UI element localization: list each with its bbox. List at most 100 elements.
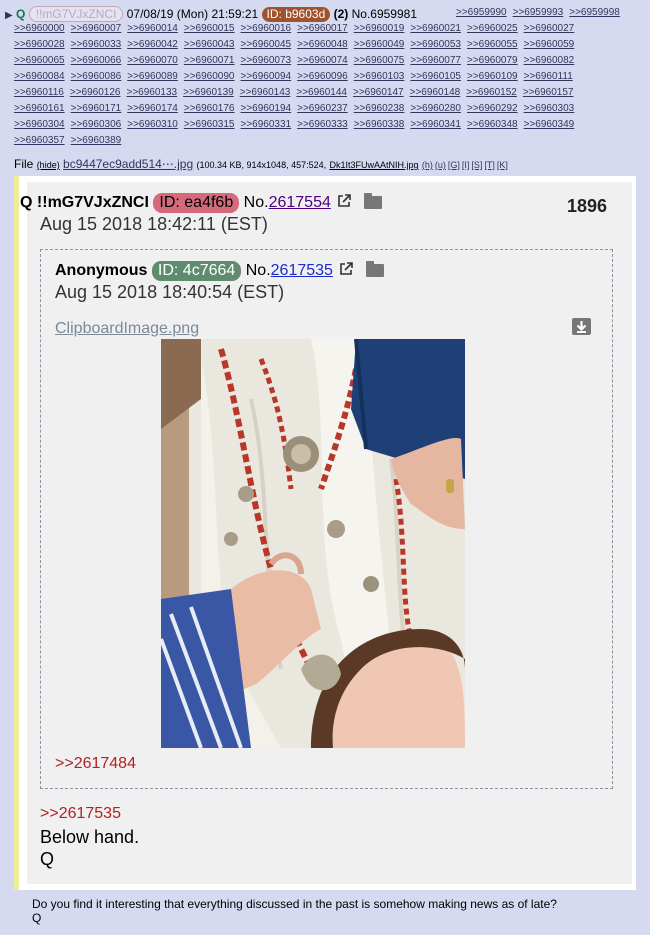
reply-link[interactable]: >>6960027 xyxy=(524,23,575,34)
reply-link[interactable]: >>6960077 xyxy=(410,55,461,66)
reply-link[interactable]: >>6960021 xyxy=(410,23,461,34)
reply-link[interactable]: >>6959990 xyxy=(456,7,507,18)
reply-link[interactable]: >>6960019 xyxy=(354,23,405,34)
reply-link[interactable]: >>6960310 xyxy=(127,119,178,130)
file-action-link[interactable]: [G] xyxy=(448,160,460,170)
folder-icon[interactable] xyxy=(363,193,382,209)
reply-link[interactable]: >>6960103 xyxy=(354,71,405,82)
reply-link[interactable]: >>6960042 xyxy=(127,39,178,50)
reply-link[interactable]: >>6960338 xyxy=(354,119,405,130)
reply-link[interactable]: >>6960059 xyxy=(524,39,575,50)
reply-link[interactable]: >>6960331 xyxy=(241,119,292,130)
external-link-icon[interactable] xyxy=(339,262,354,276)
hide-file-link[interactable]: (hide) xyxy=(37,160,60,170)
reply-link[interactable]: >>6960238 xyxy=(354,103,405,114)
file-action-link[interactable]: [K] xyxy=(497,160,508,170)
reply-link[interactable]: >>6960109 xyxy=(467,71,518,82)
post-collapse-arrow-icon[interactable]: ▶ xyxy=(5,10,13,21)
reply-link[interactable]: >>6960055 xyxy=(467,39,518,50)
reply-link[interactable]: >>6960148 xyxy=(410,87,461,98)
reply-link[interactable]: >>6960171 xyxy=(71,103,122,114)
reply-link[interactable]: >>6960075 xyxy=(354,55,405,66)
reply-link[interactable]: >>6960084 xyxy=(14,71,65,82)
reply-link[interactable]: >>6960105 xyxy=(410,71,461,82)
reply-link[interactable]: >>6960237 xyxy=(297,103,348,114)
reply-link[interactable]: >>6960116 xyxy=(14,87,64,98)
reply-link[interactable]: >>6960016 xyxy=(241,23,292,34)
reply-link[interactable]: >>6960152 xyxy=(466,87,517,98)
reply-link[interactable]: >>6960089 xyxy=(127,71,178,82)
reply-link[interactable]: >>6960015 xyxy=(184,23,235,34)
reply-link[interactable]: >>6960033 xyxy=(71,39,122,50)
file-action-link[interactable]: [S] xyxy=(471,160,482,170)
reply-link[interactable]: >>6960082 xyxy=(524,55,575,66)
quoted-post-id-badge[interactable]: ID: 4c7664 xyxy=(151,261,242,281)
reply-link[interactable]: >>6960139 xyxy=(183,87,234,98)
reply-link[interactable]: >>6960161 xyxy=(14,103,65,114)
reply-link[interactable]: >>6960017 xyxy=(297,23,348,34)
reply-link[interactable]: >>6960079 xyxy=(467,55,518,66)
reply-link[interactable]: >>6960025 xyxy=(467,23,518,34)
reply-link[interactable]: >>6959998 xyxy=(569,7,620,18)
reply-link[interactable]: >>6960086 xyxy=(71,71,122,82)
post-number[interactable]: No.6959981 xyxy=(352,7,417,21)
reply-link[interactable]: >>6960048 xyxy=(297,39,348,50)
folder-icon[interactable] xyxy=(365,261,384,277)
reply-link[interactable]: >>6960280 xyxy=(410,103,461,114)
reply-link[interactable]: >>6960043 xyxy=(184,39,235,50)
reply-link[interactable]: >>6960147 xyxy=(353,87,404,98)
reply-link[interactable]: >>6960389 xyxy=(71,135,122,146)
reply-link[interactable]: >>6960090 xyxy=(184,71,235,82)
quoted-image-link[interactable]: ClipboardImage.png xyxy=(55,320,199,338)
q-post-id-badge[interactable]: ID: ea4f6b xyxy=(153,193,240,213)
reply-link[interactable]: >>6960065 xyxy=(14,55,65,66)
reply-link[interactable]: >>6960292 xyxy=(467,103,518,114)
reply-link[interactable]: >>6960094 xyxy=(241,71,292,82)
file-action-link[interactable]: [T] xyxy=(484,160,495,170)
reply-link[interactable]: >>6960074 xyxy=(297,55,348,66)
reply-link[interactable]: >>6960028 xyxy=(14,39,65,50)
reply-link[interactable]: >>6960071 xyxy=(184,55,235,66)
reply-link[interactable]: >>6960053 xyxy=(410,39,461,50)
file-name-link[interactable]: bc9447ec9add514⋯.jpg xyxy=(63,157,193,171)
quoted-post-number-link[interactable]: 2617535 xyxy=(271,262,333,279)
reply-link[interactable]: >>6960357 xyxy=(14,135,65,146)
reply-link[interactable]: >>6960049 xyxy=(354,39,405,50)
reply-link[interactable]: >>6960133 xyxy=(127,87,178,98)
reply-link[interactable]: >>6960315 xyxy=(184,119,235,130)
reply-link[interactable]: >>6959993 xyxy=(513,7,564,18)
reply-link[interactable]: >>6960073 xyxy=(241,55,292,66)
reply-link[interactable]: >>6960341 xyxy=(410,119,461,130)
posted-photo[interactable] xyxy=(161,339,465,748)
q-post-number-link[interactable]: 2617554 xyxy=(269,194,331,211)
reply-link[interactable]: >>6960304 xyxy=(14,119,65,130)
reply-link[interactable]: >>6960007 xyxy=(71,23,122,34)
file-action-link[interactable]: (h) xyxy=(422,160,433,170)
file-action-link[interactable]: (u) xyxy=(435,160,446,170)
reply-link[interactable]: >>6960348 xyxy=(467,119,518,130)
file-action-link[interactable]: [I] xyxy=(462,160,470,170)
reply-link[interactable]: >>6960143 xyxy=(240,87,291,98)
reply-link[interactable]: >>6960174 xyxy=(127,103,178,114)
reply-link[interactable]: >>6960176 xyxy=(184,103,235,114)
original-filename-link[interactable]: Dk1It3FUwAAtNIH.jpg xyxy=(329,160,418,170)
reply-link[interactable]: >>6960333 xyxy=(297,119,348,130)
reply-link[interactable]: >>6960303 xyxy=(524,103,575,114)
q-post-reply-link[interactable]: >>2617535 xyxy=(40,805,121,823)
reply-link[interactable]: >>6960014 xyxy=(127,23,178,34)
reply-link[interactable]: >>6960000 xyxy=(14,23,65,34)
reply-link[interactable]: >>6960066 xyxy=(71,55,122,66)
reply-link[interactable]: >>6960144 xyxy=(296,87,347,98)
quoted-post-reply-link[interactable]: >>2617484 xyxy=(55,755,136,773)
reply-link[interactable]: >>6960111 xyxy=(524,71,573,82)
reply-link[interactable]: >>6960194 xyxy=(241,103,292,114)
reply-link[interactable]: >>6960306 xyxy=(71,119,122,130)
reply-link[interactable]: >>6960045 xyxy=(241,39,292,50)
reply-link[interactable]: >>6960126 xyxy=(70,87,121,98)
download-icon[interactable] xyxy=(572,318,591,335)
external-link-icon[interactable] xyxy=(337,194,352,208)
poster-id-badge[interactable]: ID: b9603d xyxy=(261,7,331,22)
reply-link[interactable]: >>6960096 xyxy=(297,71,348,82)
reply-link[interactable]: >>6960070 xyxy=(127,55,178,66)
reply-link[interactable]: >>6960157 xyxy=(523,87,574,98)
